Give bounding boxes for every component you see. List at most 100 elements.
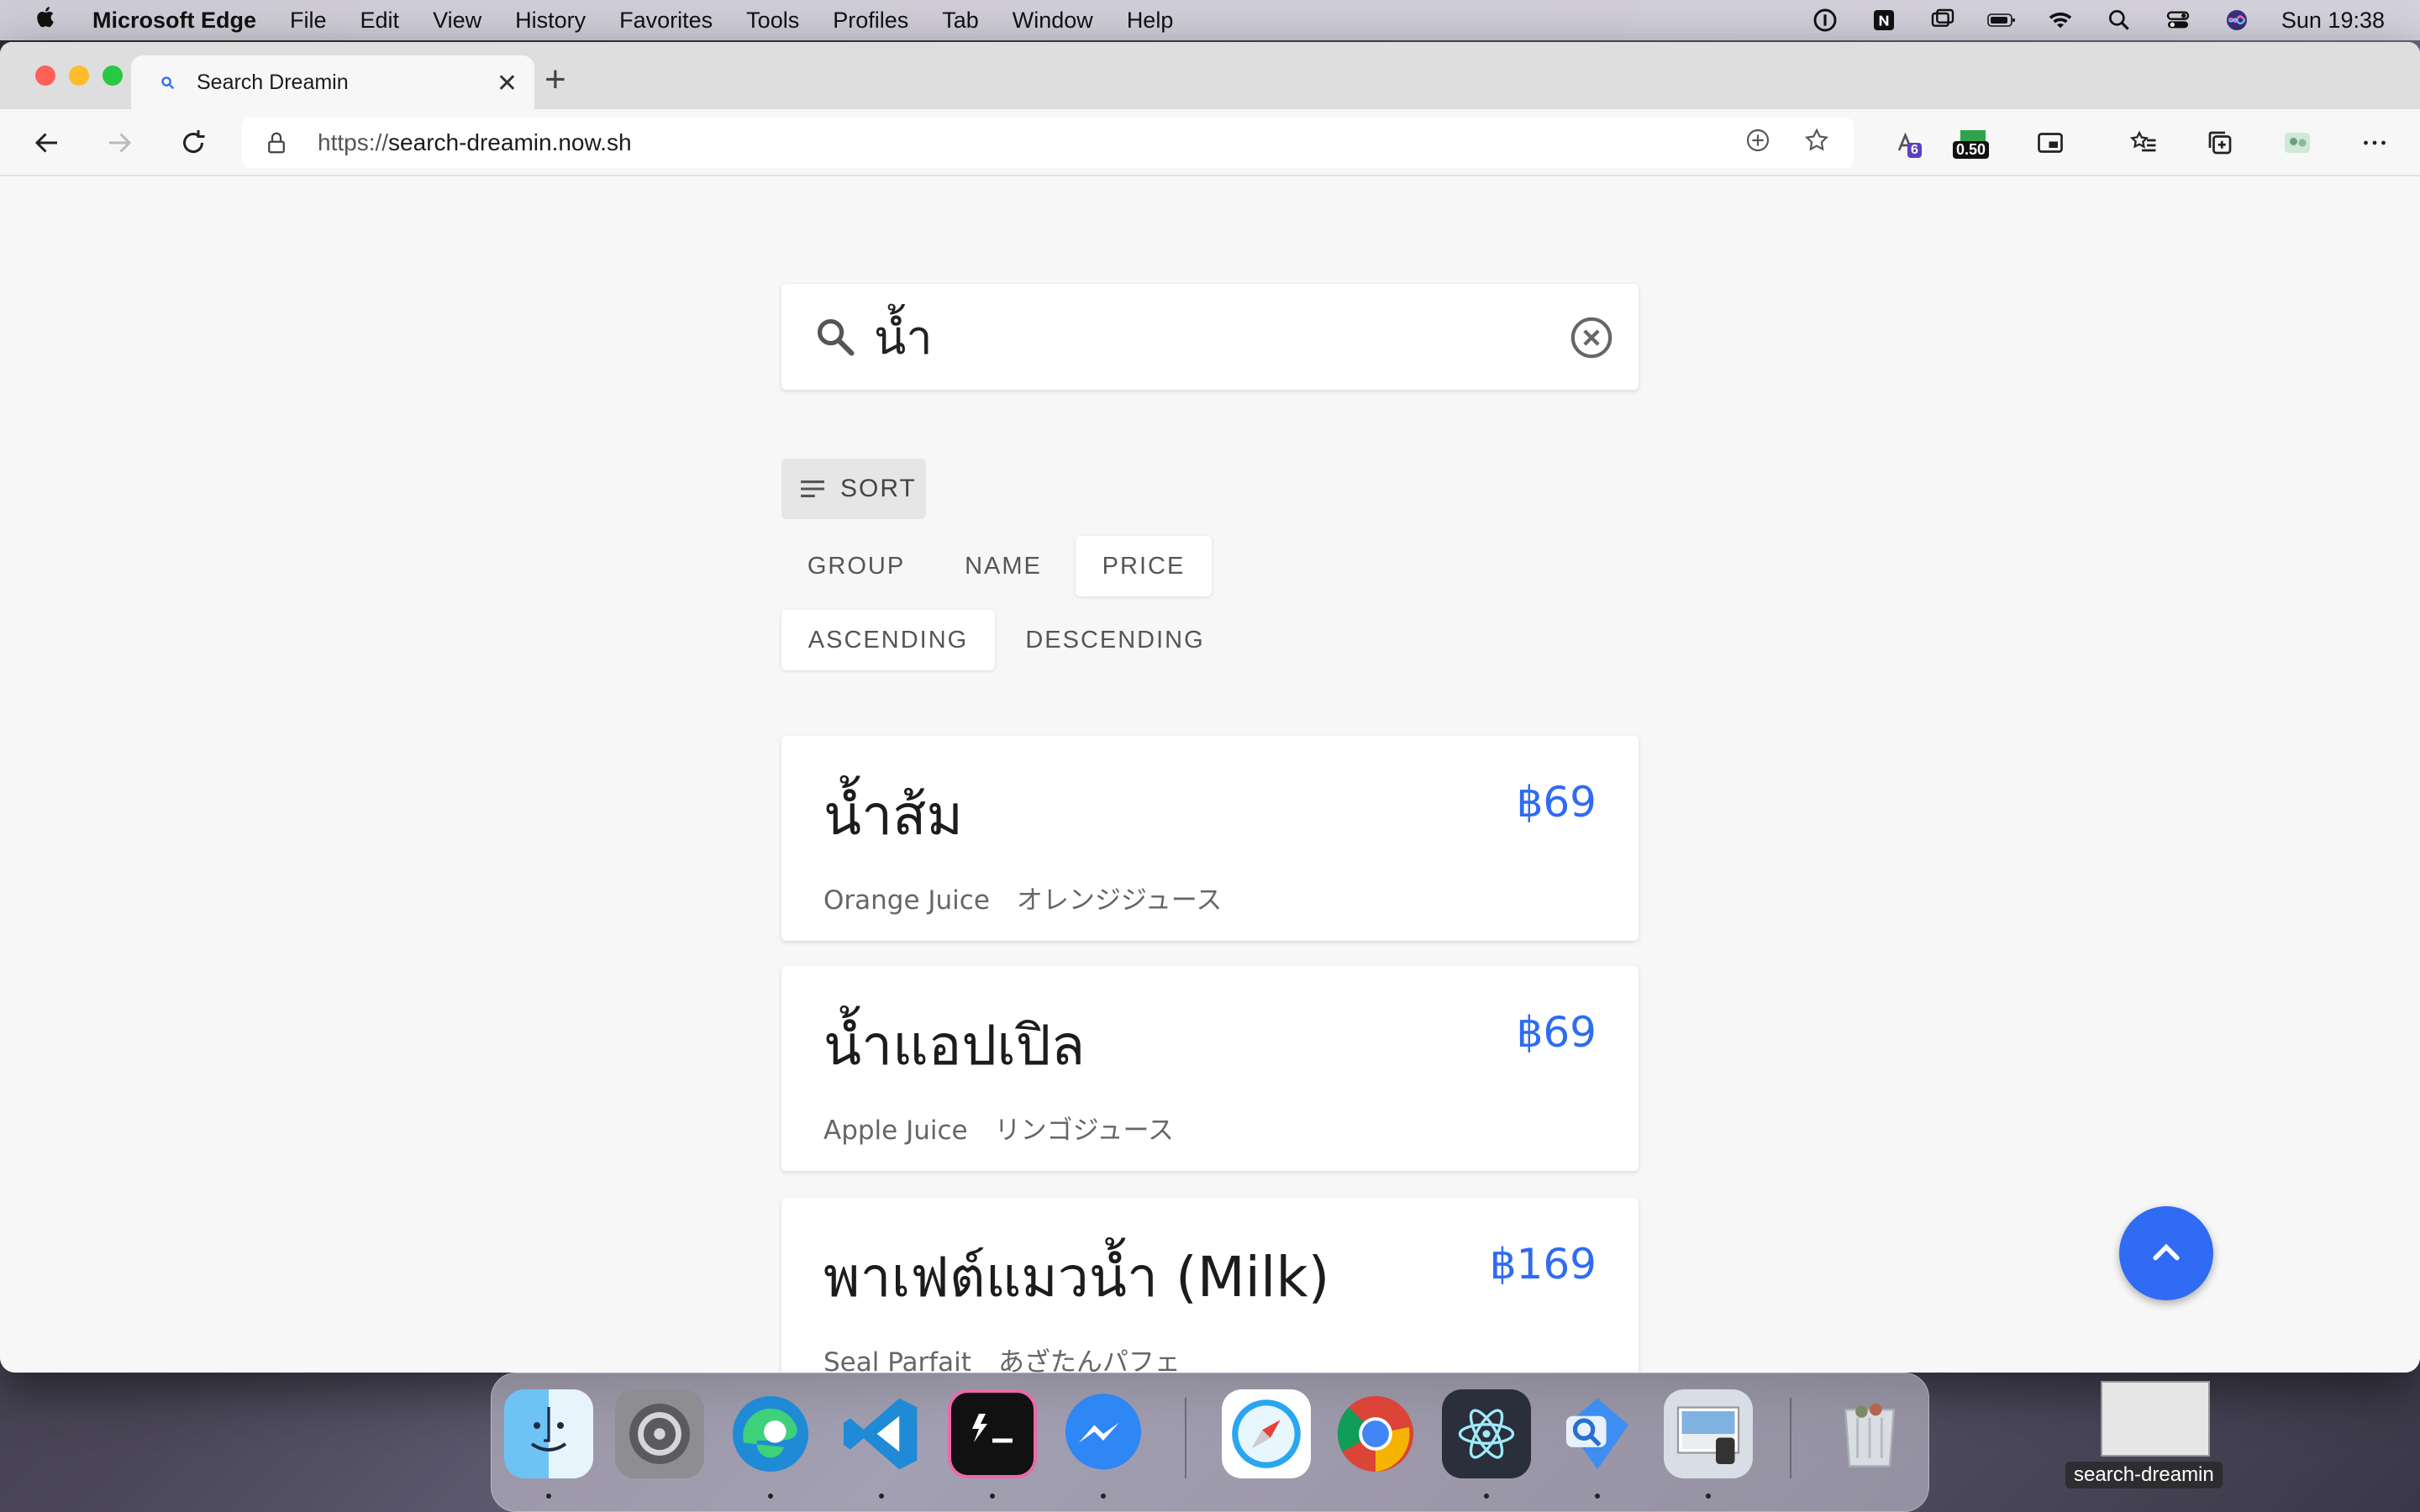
messenger-icon[interactable] [1059,1389,1148,1478]
electron-icon[interactable] [1442,1389,1531,1478]
result-translations: Apple Juice リンゴジュース [823,1109,1174,1147]
favorites-list-icon[interactable] [2126,124,2163,161]
browser-window: Search Dreamin ✕ + https:// search-dream… [0,42,2420,1373]
browser-toolbar: https:// search-dreamin.now.sh 6 0.50 [0,109,2420,176]
menu-profiles[interactable]: Profiles [833,8,908,34]
result-japanese-name: あざたんパフェ [997,1347,1181,1373]
back-arrow-icon[interactable] [29,124,66,161]
dock-separator [1790,1398,1791,1478]
extension-meter-icon[interactable]: 0.50 [1949,124,1996,161]
extension-badge-count: 6 [1907,143,1922,158]
favorite-star-icon[interactable] [1803,127,1830,160]
url-host: search-dreamin.now.sh [388,129,632,155]
result-name: น้ำส้ม [823,783,963,848]
lock-icon[interactable] [264,130,297,155]
apple-menu-icon[interactable] [34,4,67,36]
trash-icon[interactable] [1825,1389,1914,1478]
tab-strip: Search Dreamin ✕ + [0,42,2420,109]
forward-arrow-icon[interactable] [101,124,138,161]
dock-hover-label: search-dreamin [2065,1462,2223,1488]
tab-search-dreamin[interactable]: Search Dreamin ✕ [131,55,534,109]
refresh-icon[interactable] [175,124,212,161]
menu-app-name[interactable]: Microsoft Edge [92,8,256,34]
sort-order-descending[interactable]: DESCENDING [1003,610,1227,670]
chevron-up-icon [2153,1243,2180,1261]
tab-close-icon[interactable]: ✕ [497,69,518,98]
search-input[interactable]: น้ำ [781,284,1639,390]
menu-help[interactable]: Help [1127,8,1174,34]
vscode-icon[interactable] [837,1389,926,1478]
menu-history[interactable]: History [515,8,586,34]
dock-running-indicator [1595,1494,1600,1499]
address-bar[interactable]: https:// search-dreamin.now.sh [242,118,1854,168]
search-icon [817,318,855,356]
dock-area: search-dreamin [0,1373,2420,1512]
new-tab-button[interactable]: + [544,59,566,101]
edge-icon[interactable] [726,1389,815,1478]
close-window-button[interactable] [35,66,55,86]
profile-avatar[interactable] [2277,124,2317,161]
result-english-name: Orange Juice [823,885,990,916]
menu-window[interactable]: Window [1013,8,1093,34]
collections-icon[interactable] [2202,124,2238,161]
dock-running-indicator [990,1494,995,1499]
extension-translate-icon[interactable]: 6 [1891,124,1928,161]
terminal-icon[interactable] [948,1389,1037,1478]
minimized-window-thumbnail[interactable] [2101,1381,2210,1457]
result-japanese-name: オレンジジュース [1016,885,1223,916]
menubar-clock[interactable]: Sun 19:38 [2281,8,2385,34]
preview-icon[interactable] [1664,1389,1753,1478]
sort-field-price[interactable]: PRICE [1076,536,1212,596]
menu-tab[interactable]: Tab [942,8,979,34]
result-english-name: Seal Parfait [823,1347,971,1373]
zoom-window-button[interactable] [103,66,123,86]
dock-running-indicator [768,1494,773,1499]
chrome-icon[interactable] [1331,1389,1420,1478]
battery-icon[interactable] [1987,8,2016,33]
url-protocol: https:// [318,129,389,155]
result-card[interactable]: พาเฟต์แมวน้ำ (Milk) ฿169 Seal Parfait あざた… [781,1198,1639,1373]
page-content: น้ำ SORT GROUP NAME PRICE ASCENDING DESC… [0,178,2420,1373]
dock-running-indicator [879,1494,884,1499]
extension-badge-value: 0.50 [1953,141,1990,159]
window-controls [35,66,123,86]
finder-icon[interactable] [504,1389,593,1478]
menu-tools[interactable]: Tools [746,8,799,34]
minimize-window-button[interactable] [69,66,89,86]
result-english-name: Apple Juice [823,1116,968,1146]
tab-title: Search Dreamin [197,70,349,94]
picture-in-picture-icon[interactable] [2032,124,2069,161]
result-card[interactable]: น้ำส้ม ฿69 Orange Juice オレンジジュース [781,736,1639,941]
add-app-icon[interactable] [1744,127,1771,160]
screens-icon[interactable] [1928,8,1957,33]
result-card[interactable]: น้ำแอปเปิล ฿69 Apple Juice リンゴジュース [781,966,1639,1171]
sort-order-ascending[interactable]: ASCENDING [781,610,995,670]
finder-search-icon[interactable] [1553,1389,1642,1478]
sort-lines-icon [801,480,824,497]
password-manager-icon[interactable] [1811,8,1839,33]
result-price: ฿169 [1489,1240,1597,1289]
menu-file[interactable]: File [290,8,327,34]
sort-field-group[interactable]: GROUP [781,536,931,596]
control-center-icon[interactable] [2164,8,2192,33]
menubar: Microsoft Edge File Edit View History Fa… [0,0,2420,40]
menu-edit[interactable]: Edit [360,8,400,34]
menu-view[interactable]: View [433,8,481,34]
sort-label: SORT [840,475,917,502]
spotlight-search-icon[interactable] [2105,8,2133,33]
search-query-text[interactable]: น้ำ [874,300,933,375]
more-options-icon[interactable] [2356,124,2393,161]
menu-favorites[interactable]: Favorites [619,8,713,34]
safari-icon[interactable] [1222,1389,1311,1478]
result-name: พาเฟต์แมวน้ำ (Milk) [823,1245,1330,1310]
clear-search-icon[interactable] [1568,314,1615,361]
notion-icon[interactable] [1870,8,1898,33]
sort-button[interactable]: SORT [781,459,926,519]
system-preferences-icon[interactable] [615,1389,704,1478]
siri-icon[interactable] [2223,8,2251,33]
wifi-icon[interactable] [2046,8,2075,33]
site-favicon-icon [156,71,178,93]
sort-field-name[interactable]: NAME [936,536,1071,596]
scroll-to-top-button[interactable] [2119,1206,2213,1300]
result-price: ฿69 [1516,778,1597,827]
